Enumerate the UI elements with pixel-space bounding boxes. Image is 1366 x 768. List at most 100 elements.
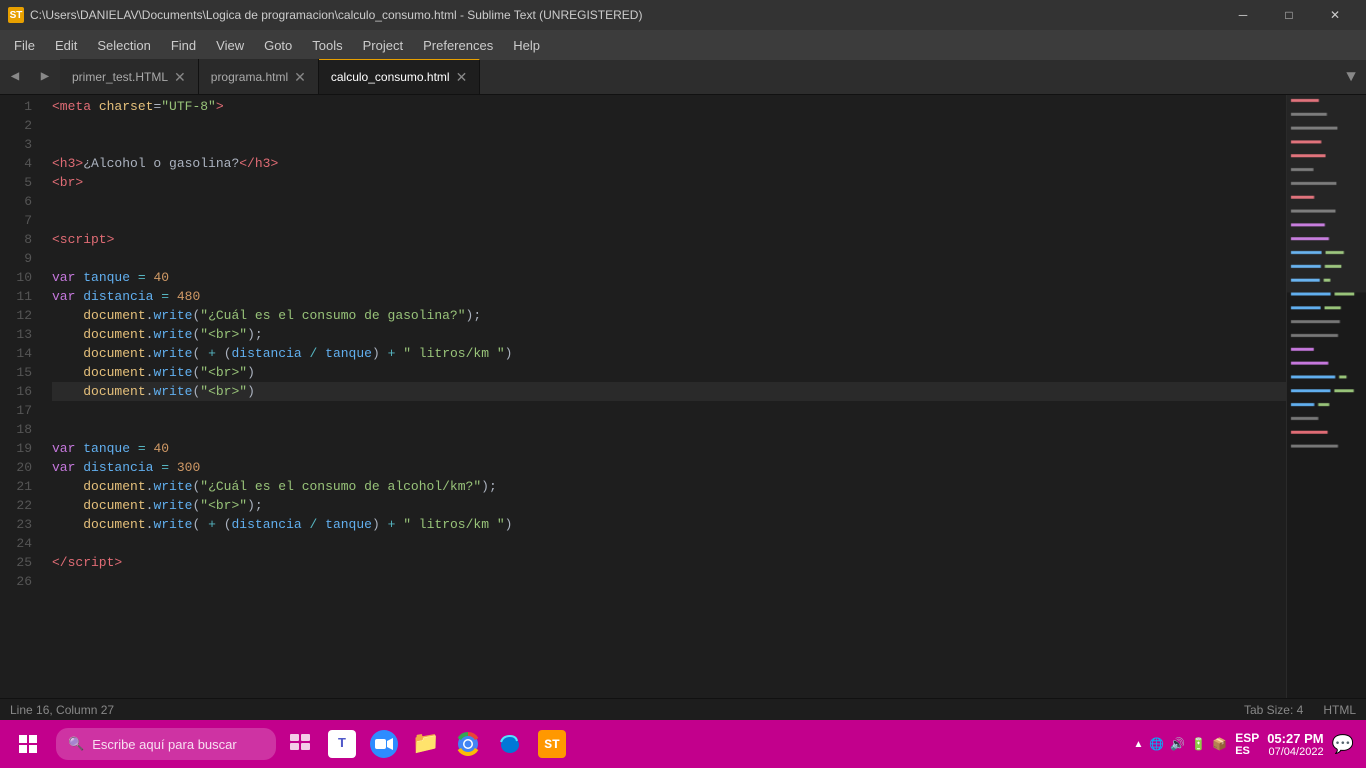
code-line-4: <h3>¿Alcohol o gasolina?</h3>: [52, 154, 1286, 173]
line-num-24: 24: [10, 534, 32, 553]
sublime-text-icon[interactable]: ST: [532, 724, 572, 764]
tab-bar: ◀ ▶ primer_test.HTML ✕ programa.html ✕ c…: [0, 60, 1366, 95]
tab-size[interactable]: Tab Size: 4: [1244, 703, 1303, 717]
code-line-2: [52, 116, 1286, 135]
tab-close-primer-test[interactable]: ✕: [174, 70, 186, 84]
title-bar: ST C:\Users\DANIELAV\Documents\Logica de…: [0, 0, 1366, 30]
line-num-21: 21: [10, 477, 32, 496]
menu-find[interactable]: Find: [161, 34, 206, 57]
cursor-position: Line 16, Column 27: [10, 703, 114, 717]
line-num-3: 3: [10, 135, 32, 154]
code-line-1: <meta charset="UTF-8">: [52, 97, 1286, 116]
code-line-20: var distancia = 300: [52, 458, 1286, 477]
taskview-button[interactable]: [280, 724, 320, 764]
line-num-22: 22: [10, 496, 32, 515]
code-line-25: </script>: [52, 553, 1286, 572]
line-num-19: 19: [10, 439, 32, 458]
code-line-6: [52, 192, 1286, 211]
line-num-15: 15: [10, 363, 32, 382]
clock-time: 05:27 PM: [1267, 731, 1323, 746]
line-num-14: 14: [10, 344, 32, 363]
line-num-7: 7: [10, 211, 32, 230]
language-code: ESP: [1235, 731, 1259, 745]
volume-icon[interactable]: 🔊: [1170, 737, 1185, 751]
menu-selection[interactable]: Selection: [87, 34, 160, 57]
tab-scroll-right[interactable]: ▶: [30, 59, 60, 94]
code-line-9: [52, 249, 1286, 268]
minimize-button[interactable]: ─: [1220, 0, 1266, 30]
teams-icon[interactable]: T: [322, 724, 362, 764]
search-placeholder: Escribe aquí para buscar: [92, 737, 237, 752]
code-line-24: [52, 534, 1286, 553]
code-line-13: document.write("<br>");: [52, 325, 1286, 344]
tab-close-calculo[interactable]: ✕: [456, 70, 468, 84]
dropbox-icon[interactable]: 📦: [1212, 737, 1227, 751]
tab-scroll-left[interactable]: ◀: [0, 59, 30, 94]
menu-view[interactable]: View: [206, 34, 254, 57]
code-line-21: document.write("¿Cuál es el consumo de a…: [52, 477, 1286, 496]
line-num-8: 8: [10, 230, 32, 249]
line-num-9: 9: [10, 249, 32, 268]
window-controls: ─ □ ✕: [1220, 0, 1358, 30]
taskbar-right: ▲ 🌐 🔊 🔋 📦 ESP ES 05:27 PM 07/04/2022 💬: [1133, 731, 1362, 758]
search-icon: 🔍: [68, 736, 84, 752]
close-button[interactable]: ✕: [1312, 0, 1358, 30]
menu-file[interactable]: File: [4, 34, 45, 57]
files-icon[interactable]: 📁: [406, 724, 446, 764]
menu-edit[interactable]: Edit: [45, 34, 87, 57]
start-button[interactable]: [4, 720, 52, 768]
tab-calculo-consumo[interactable]: calculo_consumo.html ✕: [319, 59, 480, 94]
taskbar-icons: T 📁 ST: [280, 724, 572, 764]
line-num-12: 12: [10, 306, 32, 325]
tab-programa[interactable]: programa.html ✕: [199, 59, 319, 94]
menu-bar: File Edit Selection Find View Goto Tools…: [0, 30, 1366, 60]
code-area[interactable]: <meta charset="UTF-8"> <h3>¿Alcohol o ga…: [42, 95, 1286, 698]
code-line-19: var tanque = 40: [52, 439, 1286, 458]
line-num-20: 20: [10, 458, 32, 477]
code-line-18: [52, 420, 1286, 439]
search-box[interactable]: 🔍 Escribe aquí para buscar: [56, 728, 276, 760]
code-line-26: [52, 572, 1286, 591]
line-num-25: 25: [10, 553, 32, 572]
edge-icon[interactable]: [490, 724, 530, 764]
maximize-button[interactable]: □: [1266, 0, 1312, 30]
tab-close-programa[interactable]: ✕: [294, 70, 306, 84]
minimap-canvas: [1287, 95, 1366, 490]
notification-icon[interactable]: 💬: [1332, 734, 1354, 755]
code-line-10: var tanque = 40: [52, 268, 1286, 287]
chrome-icon[interactable]: [448, 724, 488, 764]
menu-preferences[interactable]: Preferences: [413, 34, 503, 57]
line-num-11: 11: [10, 287, 32, 306]
code-line-22: document.write("<br>");: [52, 496, 1286, 515]
windows-icon: [19, 735, 37, 753]
app-icon: ST: [8, 7, 24, 23]
clock-date: 07/04/2022: [1267, 746, 1323, 758]
menu-help[interactable]: Help: [503, 34, 550, 57]
status-bar: Line 16, Column 27 Tab Size: 4 HTML: [0, 698, 1366, 720]
line-num-2: 2: [10, 116, 32, 135]
tray-arrow[interactable]: ▲: [1133, 739, 1143, 750]
window-title: C:\Users\DANIELAV\Documents\Logica de pr…: [30, 8, 642, 22]
taskbar-left: 🔍 Escribe aquí para buscar T 📁: [4, 720, 572, 768]
tab-label: primer_test.HTML: [72, 70, 168, 84]
code-line-5: <br>: [52, 173, 1286, 192]
editor-area: 1 2 3 4 5 6 7 8 9 10 11 12 13 14 15 16 1…: [0, 95, 1366, 698]
zoom-icon[interactable]: [364, 724, 404, 764]
code-line-11: var distancia = 480: [52, 287, 1286, 306]
language-indicator[interactable]: ESP ES: [1235, 731, 1259, 757]
network-icon[interactable]: 🌐: [1149, 737, 1164, 751]
menu-goto[interactable]: Goto: [254, 34, 302, 57]
taskbar: 🔍 Escribe aquí para buscar T 📁: [0, 720, 1366, 768]
syntax-label[interactable]: HTML: [1323, 703, 1356, 717]
line-num-1: 1: [10, 97, 32, 116]
tab-primer-test[interactable]: primer_test.HTML ✕: [60, 59, 199, 94]
code-line-7: [52, 211, 1286, 230]
minimap: [1286, 95, 1366, 698]
tab-dropdown[interactable]: ▼: [1336, 59, 1366, 94]
menu-tools[interactable]: Tools: [302, 34, 352, 57]
line-num-13: 13: [10, 325, 32, 344]
menu-project[interactable]: Project: [353, 34, 413, 57]
battery-icon[interactable]: 🔋: [1191, 737, 1206, 751]
code-line-23: document.write( + (distancia / tanque) +…: [52, 515, 1286, 534]
system-clock[interactable]: 05:27 PM 07/04/2022: [1267, 731, 1323, 758]
